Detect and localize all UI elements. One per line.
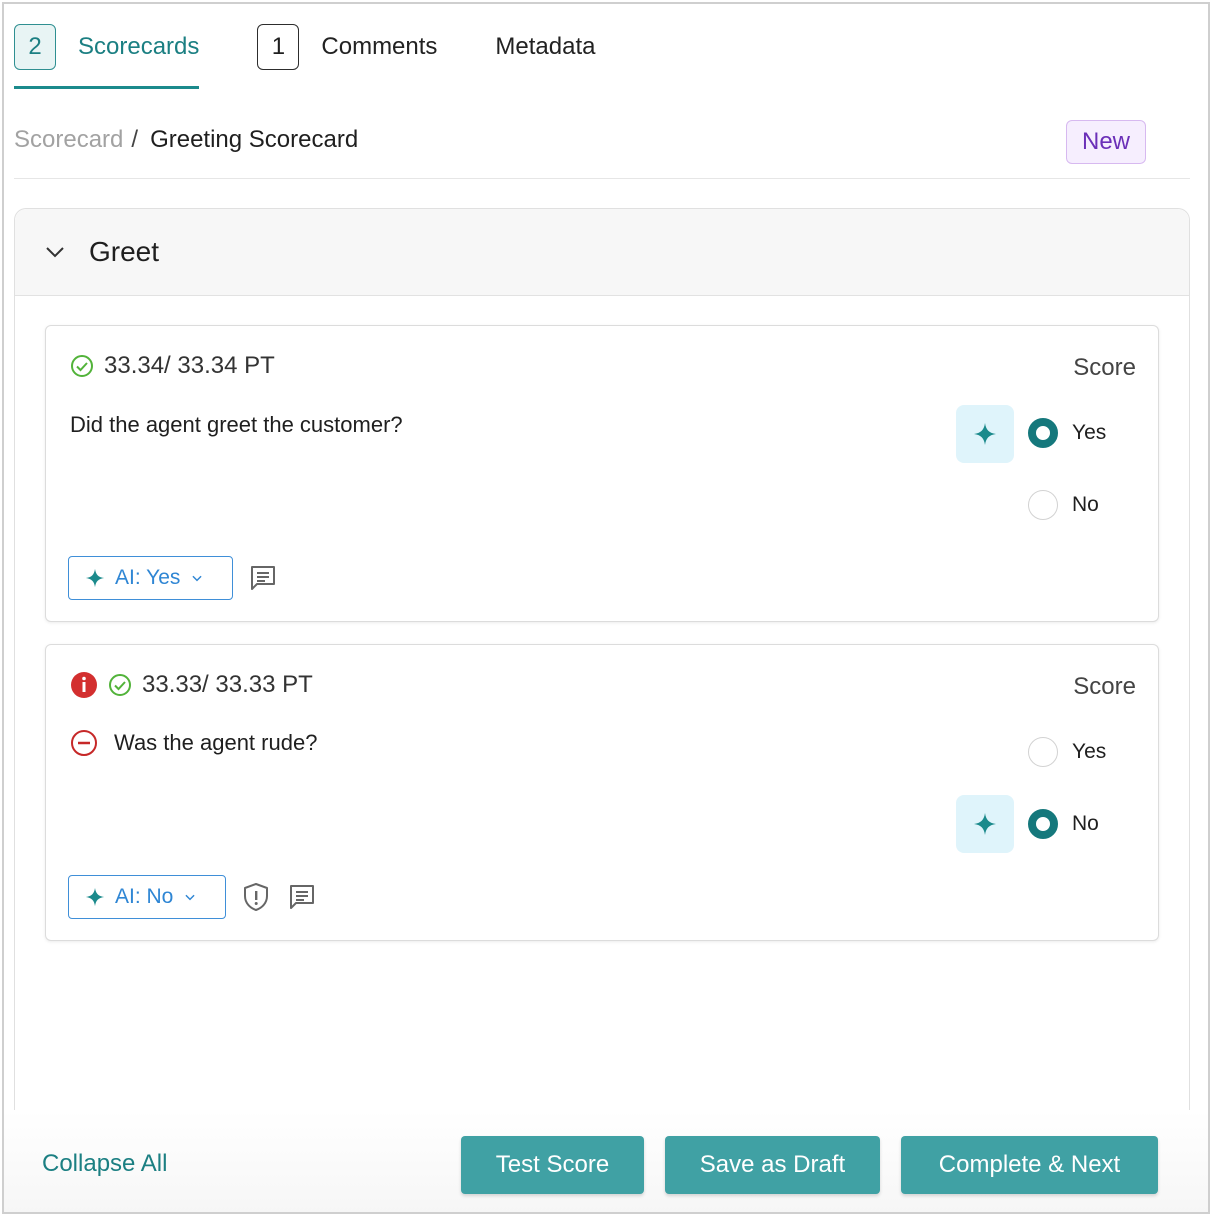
radio-selected[interactable] — [1028, 418, 1058, 448]
option-no[interactable]: No — [1028, 490, 1099, 520]
option-yes[interactable]: Yes — [1028, 737, 1106, 767]
sparkle-icon — [974, 813, 996, 835]
shield-icon[interactable] — [240, 881, 272, 913]
status-badge: New — [1066, 120, 1146, 164]
tab-count-badge: 1 — [257, 24, 300, 70]
question-label: Did the agent greet the customer? — [70, 412, 403, 437]
section-greet: Greet 33.34/ 33.34 PT Score Did the agen… — [14, 208, 1190, 1148]
tab-comments[interactable]: 1 Comments — [257, 24, 437, 70]
tab-scorecards[interactable]: 2 Scorecards — [14, 24, 200, 89]
points-row: 33.34/ 33.34 PT — [70, 352, 275, 380]
radio-unselected[interactable] — [1028, 490, 1058, 520]
option-label: Yes — [1072, 421, 1107, 444]
points-row: 33.33/ 33.33 PT — [70, 671, 313, 699]
score-label: Score — [1073, 354, 1136, 381]
ai-suggestion-marker — [956, 405, 1014, 463]
breadcrumb-current: Greeting Scorecard — [150, 126, 359, 153]
info-error-icon[interactable] — [70, 671, 98, 699]
section-title: Greet — [89, 236, 160, 267]
option-label: No — [1072, 812, 1099, 835]
question-text: Was the agent rude? — [70, 729, 317, 757]
ai-suggestion-marker — [956, 795, 1014, 853]
section-header[interactable]: Greet — [15, 209, 1189, 296]
divider — [14, 178, 1190, 179]
ai-answer-dropdown[interactable]: AI: No — [68, 875, 226, 919]
question-label: Was the agent rude? — [114, 730, 318, 755]
radio-unselected[interactable] — [1028, 737, 1058, 767]
tab-count-badge: 2 — [14, 24, 56, 70]
check-circle-icon — [71, 355, 93, 377]
ai-answer-label: AI: No — [115, 885, 174, 908]
chevron-down-icon — [192, 575, 202, 582]
save-draft-button[interactable]: Save as Draft — [665, 1136, 880, 1194]
option-yes[interactable]: Yes — [1028, 418, 1106, 448]
complete-next-button[interactable]: Complete & Next — [901, 1136, 1158, 1194]
sparkle-icon — [974, 423, 996, 445]
test-score-button[interactable]: Test Score — [461, 1136, 644, 1194]
sparkle-icon — [85, 887, 105, 907]
option-label: Yes — [1072, 740, 1107, 763]
radio-selected[interactable] — [1028, 809, 1058, 839]
check-circle-icon — [109, 674, 131, 696]
tab-label: Metadata — [495, 33, 596, 60]
scorecard-panel: 2 Scorecards 1 Comments Metadata Scoreca… — [2, 2, 1210, 1214]
ai-answer-dropdown[interactable]: AI: Yes — [68, 556, 233, 600]
ai-answer-label: AI: Yes — [115, 566, 181, 589]
tab-metadata[interactable]: Metadata — [495, 24, 595, 70]
minus-circle-icon — [71, 730, 97, 756]
tab-bar: 2 Scorecards 1 Comments Metadata — [14, 24, 654, 92]
tab-label: Scorecards — [78, 33, 200, 60]
sparkle-icon — [85, 568, 105, 588]
question-card: 33.33/ 33.33 PT Score Was the agent rude… — [45, 644, 1159, 941]
score-label: Score — [1073, 673, 1136, 700]
comment-icon[interactable] — [286, 881, 318, 913]
breadcrumb-parent[interactable]: Scorecard — [14, 126, 123, 154]
breadcrumb-separator: / — [131, 126, 139, 153]
tab-label: Comments — [321, 33, 438, 60]
points-value: 33.34/ 33.34 PT — [104, 352, 275, 379]
comment-icon[interactable] — [247, 562, 279, 594]
question-card: 33.34/ 33.34 PT Score Did the agent gree… — [45, 325, 1159, 622]
option-label: No — [1072, 493, 1099, 516]
question-text: Did the agent greet the customer? — [70, 412, 403, 438]
chevron-down-icon[interactable] — [43, 240, 67, 264]
breadcrumb: Scorecard / Greeting Scorecard — [14, 126, 358, 154]
option-no[interactable]: No — [1028, 809, 1099, 839]
points-value: 33.33/ 33.33 PT — [142, 671, 313, 698]
collapse-all-link[interactable]: Collapse All — [42, 1150, 167, 1178]
chevron-down-icon — [185, 894, 195, 901]
